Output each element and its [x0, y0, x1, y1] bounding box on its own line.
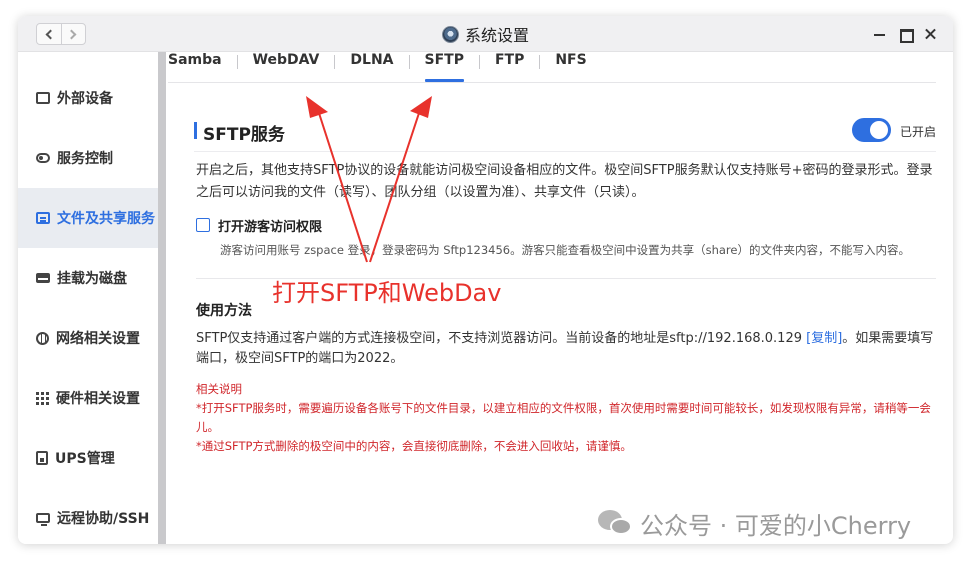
protocol-tabs: Samba WebDAV DLNA SFTP FTP NFS — [168, 48, 587, 82]
sidebar-item-remote-ssh[interactable]: 远程协助/SSH — [18, 488, 158, 544]
notes-title: 相关说明 — [196, 382, 242, 396]
guest-access-hint: 游客访问用账号 zspace 登录，登录密码为 Sftp123456。游客只能查… — [220, 243, 910, 257]
sidebar-item-label: 远程协助/SSH — [57, 511, 150, 527]
sidebar-item-network[interactable]: 网络相关设置 — [18, 308, 158, 368]
sidebar-item-ups[interactable]: UPS管理 — [18, 428, 158, 488]
tab-ftp[interactable]: FTP — [495, 48, 524, 82]
usage-title: 使用方法 — [196, 303, 252, 319]
section-accent-bar — [194, 122, 197, 139]
tabs-divider — [168, 82, 936, 83]
sidebar-item-label: 网络相关设置 — [56, 331, 140, 347]
watermark-text: 公众号 · 可爱的小Cherry — [640, 511, 912, 540]
tab-sftp[interactable]: SFTP — [424, 48, 465, 82]
notes-line: *通过SFTP方式删除的极空间中的内容，会直接彻底删除，不会进入回收站，请谨慎。 — [196, 439, 632, 453]
window-title: 系统设置 — [464, 26, 529, 45]
tab-samba[interactable]: Samba — [168, 48, 222, 82]
usage-text: SFTP仅支持通过客户端的方式连接极空间，不支持浏览器访问。当前设备的地址是sf… — [196, 329, 938, 369]
sftp-description: 开启之后，其他支持SFTP协议的设备就能访问极空间设备相应的文件。极空间SFTP… — [196, 163, 933, 200]
sidebar-item-file-sharing[interactable]: 文件及共享服务 — [18, 188, 158, 248]
toggle-knob — [870, 121, 888, 139]
wechat-icon — [598, 510, 632, 536]
sidebar-item-external-devices[interactable]: 外部设备 — [18, 68, 158, 128]
chevron-left-icon — [45, 29, 56, 39]
ups-icon — [36, 451, 48, 465]
sidebar-item-label: 硬件相关设置 — [56, 391, 140, 407]
guest-access-checkbox[interactable] — [196, 218, 210, 232]
copy-link[interactable]: [复制] — [806, 331, 842, 346]
tab-separator — [539, 55, 541, 69]
notes: 相关说明 *打开SFTP服务时，需要遍历设备各账号下的文件目录，以建立相应的文件… — [196, 380, 936, 456]
sidebar: 外部设备 服务控制 文件及共享服务 挂载为磁盘 网络相关设置 硬件相关设置 UP… — [18, 52, 158, 544]
sidebar-item-label: UPS管理 — [55, 451, 115, 467]
settings-app-icon — [441, 25, 459, 43]
sidebar-item-label: 外部设备 — [57, 91, 113, 107]
sidebar-scrollbar[interactable] — [158, 52, 166, 544]
sidebar-item-label: 挂载为磁盘 — [57, 271, 127, 287]
globe-icon — [36, 331, 49, 345]
sidebar-item-label: 文件及共享服务 — [57, 211, 155, 227]
tab-dlna[interactable]: DLNA — [350, 48, 393, 82]
back-button[interactable] — [37, 24, 61, 44]
nav-buttons — [36, 23, 86, 45]
monitor-icon — [36, 513, 50, 526]
tab-webdav[interactable]: WebDAV — [253, 48, 320, 82]
titlebar: 系统设置 — [18, 16, 953, 52]
sftp-service-toggle[interactable] — [852, 118, 891, 142]
minimize-icon[interactable] — [870, 24, 890, 44]
watermark: 公众号 · 可爱的小Cherry — [598, 509, 911, 540]
sidebar-item-label: 服务控制 — [57, 151, 113, 167]
chevron-right-icon — [67, 29, 77, 39]
toggle-status-label: 已开启 — [900, 125, 937, 139]
file-share-icon — [36, 212, 50, 224]
disk-icon — [36, 273, 50, 283]
grid-icon — [36, 391, 49, 405]
toggle-icon — [36, 153, 50, 163]
sidebar-item-service-control[interactable]: 服务控制 — [18, 128, 158, 188]
external-device-icon — [36, 92, 50, 104]
forward-button[interactable] — [60, 24, 85, 44]
sidebar-item-hardware[interactable]: 硬件相关设置 — [18, 368, 158, 428]
sidebar-item-mount-disk[interactable]: 挂载为磁盘 — [18, 248, 158, 308]
tab-separator — [236, 55, 238, 69]
section-title: SFTP服务 — [203, 125, 285, 145]
section-divider — [194, 151, 936, 152]
notes-line: *打开SFTP服务时，需要遍历设备各账号下的文件目录，以建立相应的文件权限，首次… — [196, 401, 931, 434]
tab-nfs[interactable]: NFS — [555, 48, 586, 82]
maximize-icon[interactable] — [895, 24, 915, 44]
close-icon[interactable] — [921, 24, 941, 44]
guest-access-label[interactable]: 打开游客访问权限 — [218, 216, 322, 235]
annotation-text: 打开SFTP和WebDav — [272, 279, 502, 307]
tab-separator — [408, 55, 410, 69]
tab-separator — [334, 55, 336, 69]
usage-text-before: SFTP仅支持通过客户端的方式连接极空间，不支持浏览器访问。当前设备的地址是sf… — [196, 331, 807, 346]
tab-separator — [478, 55, 480, 69]
